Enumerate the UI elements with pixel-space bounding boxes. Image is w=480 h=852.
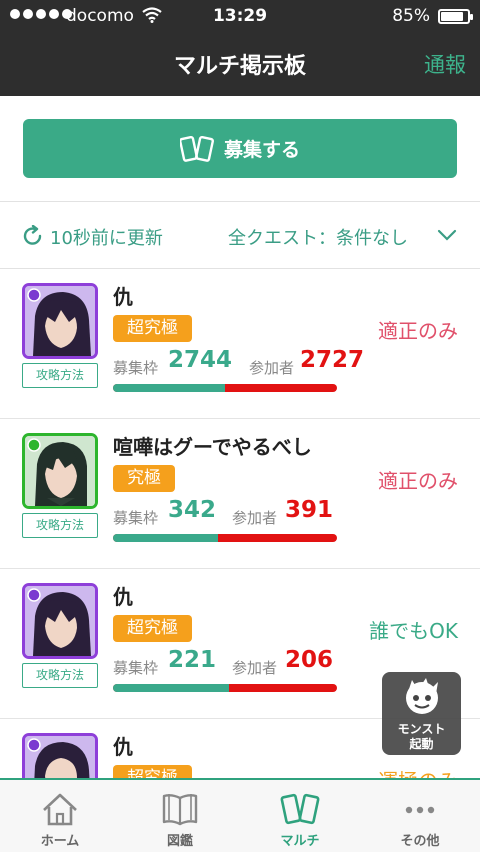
slots-label: 募集枠 bbox=[113, 509, 159, 527]
monster-avatar bbox=[22, 583, 98, 659]
top-bar: docomo 13:29 85% マルチ掲示板 通報 bbox=[0, 0, 480, 96]
ratio-bar-fill bbox=[113, 684, 230, 692]
ratio-bar bbox=[113, 534, 337, 542]
home-icon bbox=[43, 793, 77, 826]
quest-filter-select[interactable]: 全クエスト：条件なし bbox=[228, 224, 408, 250]
difficulty-badge: 究極 bbox=[113, 465, 175, 492]
monster-avatar bbox=[22, 733, 98, 778]
difficulty-badge: 超究極 bbox=[113, 315, 192, 342]
tab-multi[interactable]: マルチ bbox=[240, 780, 360, 852]
participants-label: 参加者 bbox=[249, 359, 295, 377]
refresh-icon[interactable] bbox=[22, 225, 44, 247]
refresh-status[interactable]: 10秒前に更新 bbox=[50, 224, 163, 250]
ratio-bar-fill bbox=[113, 534, 219, 542]
filter-bar: 10秒前に更新 全クエスト：条件なし bbox=[0, 201, 480, 269]
tab-label: ホーム bbox=[40, 834, 80, 849]
slots-count: 221 bbox=[168, 647, 217, 673]
quest-name: 仇 bbox=[113, 285, 133, 309]
post-row[interactable]: 攻略方法 喧嘩はグーでやるべし 究極 適正のみ 募集枠 342 参加者 391 bbox=[0, 419, 480, 569]
phones-icon bbox=[280, 793, 320, 825]
participants-count: 391 bbox=[285, 497, 334, 523]
difficulty-badge: 超究極 bbox=[113, 615, 192, 642]
tab-label: その他 bbox=[400, 834, 440, 849]
monster-avatar bbox=[22, 433, 98, 509]
difficulty-badge: 超究極 bbox=[113, 765, 192, 778]
launch-label-line2: 起動 bbox=[409, 737, 434, 751]
strategy-button[interactable]: 攻略方法 bbox=[22, 513, 98, 538]
condition-label: 運極のみ bbox=[378, 765, 458, 778]
book-icon bbox=[162, 794, 198, 826]
recruit-button[interactable]: 募集する bbox=[23, 119, 457, 178]
status-bar: docomo 13:29 85% bbox=[0, 0, 480, 34]
slots-label: 募集枠 bbox=[113, 659, 159, 677]
tab-encyclopedia[interactable]: 図鑑 bbox=[120, 780, 240, 852]
launch-monst-button[interactable]: モンスト 起動 bbox=[382, 672, 461, 755]
page-title: マルチ掲示板 bbox=[173, 54, 306, 79]
report-button[interactable]: 通報 bbox=[424, 49, 466, 79]
slots-count: 342 bbox=[168, 497, 217, 523]
quest-name: 喧嘩はグーでやるべし bbox=[113, 435, 312, 459]
ratio-bar bbox=[113, 384, 337, 392]
ratio-bar-fill bbox=[113, 384, 225, 392]
recruit-button-label: 募集する bbox=[223, 139, 300, 161]
chevron-down-icon[interactable] bbox=[437, 229, 457, 241]
strategy-button[interactable]: 攻略方法 bbox=[22, 363, 98, 388]
slots-count: 2744 bbox=[168, 347, 233, 373]
participants-count: 2727 bbox=[300, 347, 365, 373]
monster-mascot-icon bbox=[406, 678, 438, 714]
post-row[interactable]: 攻略方法 仇 超究極 適正のみ 募集枠 2744 参加者 2727 bbox=[0, 269, 480, 419]
battery-percent: 85% bbox=[392, 6, 430, 26]
tab-label: マルチ bbox=[280, 834, 320, 849]
quest-name: 仇 bbox=[113, 735, 133, 759]
tab-bar: ホーム 図鑑 マルチ その他 bbox=[0, 778, 480, 852]
ratio-bar bbox=[113, 684, 337, 692]
monster-avatar bbox=[22, 283, 98, 359]
slots-label: 募集枠 bbox=[113, 359, 159, 377]
phones-icon bbox=[179, 135, 214, 162]
condition-label: 適正のみ bbox=[378, 319, 458, 343]
condition-label: 適正のみ bbox=[378, 469, 458, 493]
tab-other[interactable]: その他 bbox=[360, 780, 480, 852]
participants-label: 参加者 bbox=[232, 509, 278, 527]
condition-label: 誰でもOK bbox=[369, 619, 458, 643]
quest-name: 仇 bbox=[113, 585, 133, 609]
participants-label: 参加者 bbox=[232, 659, 278, 677]
participants-count: 206 bbox=[285, 647, 334, 673]
strategy-button[interactable]: 攻略方法 bbox=[22, 663, 98, 688]
tab-label: 図鑑 bbox=[166, 834, 193, 849]
tab-home[interactable]: ホーム bbox=[0, 780, 120, 852]
battery-icon bbox=[438, 9, 473, 24]
more-icon bbox=[405, 806, 435, 814]
